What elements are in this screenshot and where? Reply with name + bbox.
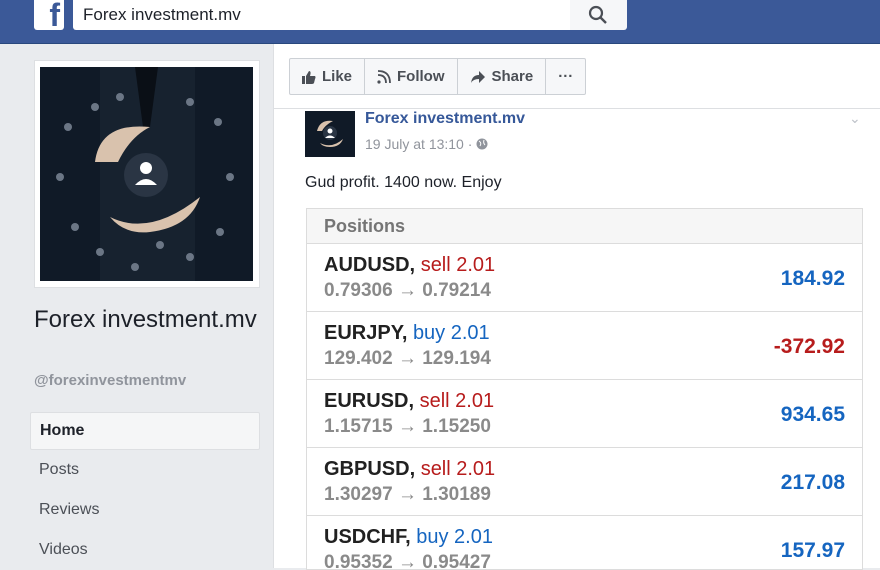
pair: USDCHF, [324, 526, 411, 548]
page-username[interactable]: @forexinvestmentmv [34, 372, 186, 389]
post-menu-chevron-icon[interactable]: ⌄ [849, 110, 861, 127]
position-row: EURJPY, buy 2.01 129.402 → 129.194 -372.… [307, 312, 862, 380]
follow-label: Follow [397, 68, 445, 85]
like-label: Like [322, 68, 353, 85]
position-row: GBPUSD, sell 2.01 1.30297 → 1.30189 217.… [307, 448, 862, 516]
facebook-logo-icon[interactable]: f [34, 0, 64, 33]
share-label: Share [491, 68, 534, 85]
positions-table: Positions AUDUSD, sell 2.01 0.79306 → 0.… [306, 208, 863, 570]
page-sidebar: Forex investment.mv @forexinvestmentmv H… [0, 44, 273, 568]
pair: EURUSD, [324, 390, 415, 412]
sidebar-item-posts[interactable]: Posts [30, 452, 258, 488]
main-content: Like Follow Share ··· Forex investment.m… [273, 44, 880, 570]
search-input[interactable]: Forex investment.mv [73, 0, 570, 30]
like-button[interactable]: Like [290, 59, 366, 94]
profit-value: 184.92 [780, 267, 845, 290]
share-button[interactable]: Share [458, 59, 547, 94]
trade-side: buy 2.01 [412, 322, 490, 344]
profit-value: 934.65 [780, 403, 845, 426]
sidebar-item-videos[interactable]: Videos [30, 532, 258, 568]
post-author-name[interactable]: Forex investment.mv [365, 110, 525, 128]
thumbs-up-icon [302, 70, 316, 84]
page-action-bar: Like Follow Share ··· [289, 58, 587, 95]
price-range: 0.95352 → 0.95427 [324, 552, 491, 570]
profit-value: 217.08 [780, 471, 845, 494]
trade-side: sell 2.01 [419, 390, 495, 412]
pair: GBPUSD, [324, 458, 416, 480]
sidebar-item-label: Posts [39, 461, 80, 478]
profit-value: -372.92 [773, 335, 845, 358]
post-author-avatar[interactable] [305, 111, 355, 157]
sidebar-item-home[interactable]: Home [30, 412, 260, 450]
pair: EURJPY, [324, 322, 408, 344]
rss-follow-icon [377, 69, 391, 84]
avatar-image [305, 111, 355, 157]
position-row: EURUSD, sell 2.01 1.15715 → 1.15250 934.… [307, 380, 862, 448]
search-value: Forex investment.mv [83, 5, 241, 24]
sidebar-item-reviews[interactable]: Reviews [30, 492, 258, 528]
position-row: USDCHF, buy 2.01 0.95352 → 0.95427 157.9… [307, 516, 862, 570]
profile-image [40, 67, 253, 281]
price-range: 1.30297 → 1.30189 [324, 484, 491, 505]
page-title: Forex investment.mv [34, 306, 257, 333]
price-range: 0.79306 → 0.79214 [324, 280, 491, 301]
positions-header: Positions [307, 209, 862, 244]
sidebar-item-label: Videos [39, 541, 88, 558]
position-row: AUDUSD, sell 2.01 0.79306 → 0.79214 184.… [307, 244, 862, 312]
price-range: 1.15715 → 1.15250 [324, 416, 491, 437]
follow-button[interactable]: Follow [365, 59, 458, 94]
profit-value: 157.97 [780, 539, 845, 562]
search-button[interactable] [570, 0, 627, 30]
globe-icon [476, 138, 488, 150]
profile-picture[interactable] [34, 60, 260, 288]
sidebar-item-label: Reviews [39, 501, 100, 518]
trade-side: sell 2.01 [420, 458, 496, 480]
divider [274, 108, 880, 109]
post-timestamp[interactable]: 19 July at 13:10 · [365, 136, 488, 152]
price-range: 129.402 → 129.194 [324, 348, 491, 369]
more-options-button[interactable]: ··· [546, 59, 585, 94]
trade-side: buy 2.01 [416, 526, 493, 548]
share-arrow-icon [470, 70, 485, 83]
pair: AUDUSD, [324, 254, 416, 276]
post-time: 19 July at 13:10 · [365, 136, 473, 152]
logo-letter: f [49, 0, 60, 33]
sidebar-item-label: Home [40, 422, 85, 439]
top-navigation-bar: f Forex investment.mv [0, 0, 880, 44]
search-icon [588, 5, 607, 24]
more-icon: ··· [558, 68, 574, 85]
trade-side: sell 2.01 [420, 254, 496, 276]
post-message: Gud profit. 1400 now. Enjoy [305, 174, 502, 191]
